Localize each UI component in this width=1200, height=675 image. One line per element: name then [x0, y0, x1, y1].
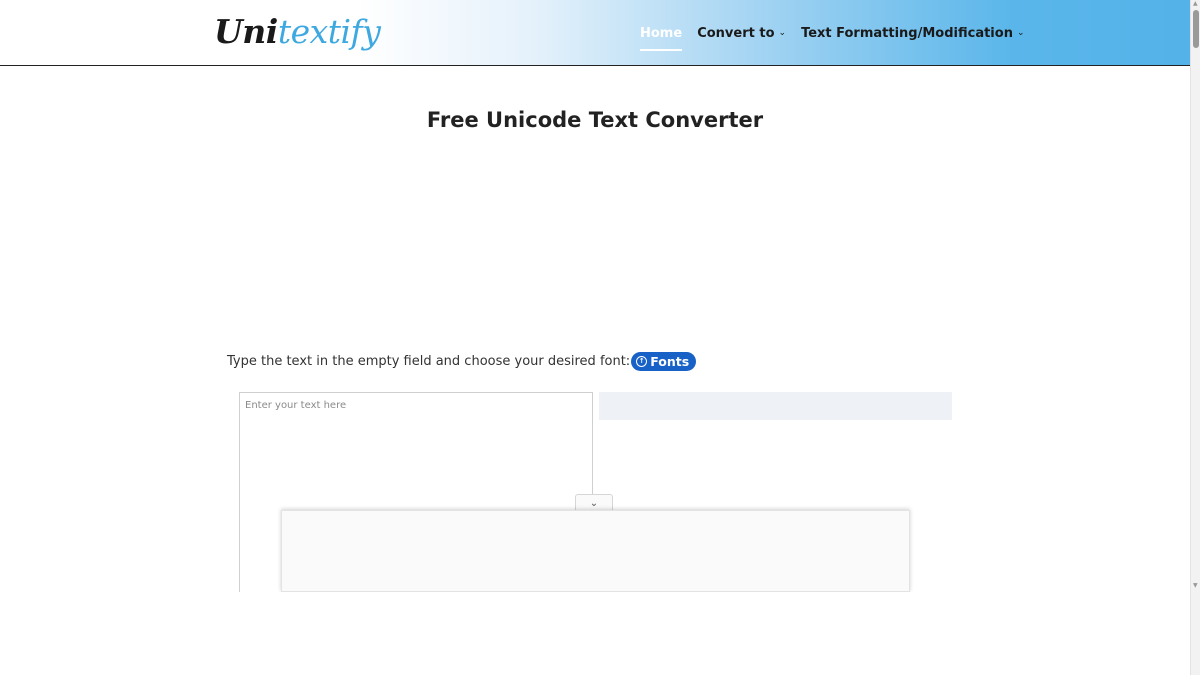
- arrow-circle-icon: ↑: [636, 356, 648, 367]
- logo-part-2: textify: [277, 12, 381, 51]
- scroll-down-icon[interactable]: ▼: [1193, 582, 1198, 589]
- page-footer-space: [0, 592, 1190, 675]
- logo-part-1: Uni: [214, 12, 278, 51]
- page-title: Free Unicode Text Converter: [426, 108, 764, 132]
- chevron-down-icon: ⌄: [589, 497, 599, 509]
- nav-home[interactable]: Home: [640, 24, 683, 51]
- scrollbar[interactable]: ▲ ▼: [1190, 0, 1200, 675]
- scrollbar-thumb[interactable]: [1193, 10, 1199, 48]
- scroll-up-icon[interactable]: ▲: [1193, 0, 1198, 7]
- output-box: [599, 392, 952, 420]
- fonts-button[interactable]: ↑ Fonts: [631, 352, 697, 371]
- site-header: Unitextify Home Convert to ⌄ Text Format…: [0, 0, 1190, 66]
- main-nav: Home Convert to ⌄ Text Formatting/Modifi…: [640, 24, 1040, 51]
- chevron-down-icon: ⌄: [778, 28, 787, 38]
- instruction-row: Type the text in the empty field and cho…: [227, 352, 697, 371]
- instruction-text: Type the text in the empty field and cho…: [227, 354, 631, 369]
- page: Unitextify Home Convert to ⌄ Text Format…: [0, 0, 1200, 675]
- ad-panel: [281, 510, 910, 592]
- nav-convert-to[interactable]: Convert to ⌄: [697, 24, 786, 42]
- site-logo[interactable]: Unitextify: [214, 10, 381, 54]
- nav-convert-to-label: Convert to: [697, 25, 775, 41]
- nav-text-formatting-label: Text Formatting/Modification: [801, 25, 1013, 41]
- chevron-down-icon: ⌄: [1016, 28, 1025, 38]
- nav-home-label: Home: [640, 25, 683, 41]
- ad-collapse-button[interactable]: ⌄: [575, 494, 613, 511]
- fonts-button-label: Fonts: [650, 354, 690, 369]
- nav-text-formatting[interactable]: Text Formatting/Modification ⌄: [801, 24, 1024, 42]
